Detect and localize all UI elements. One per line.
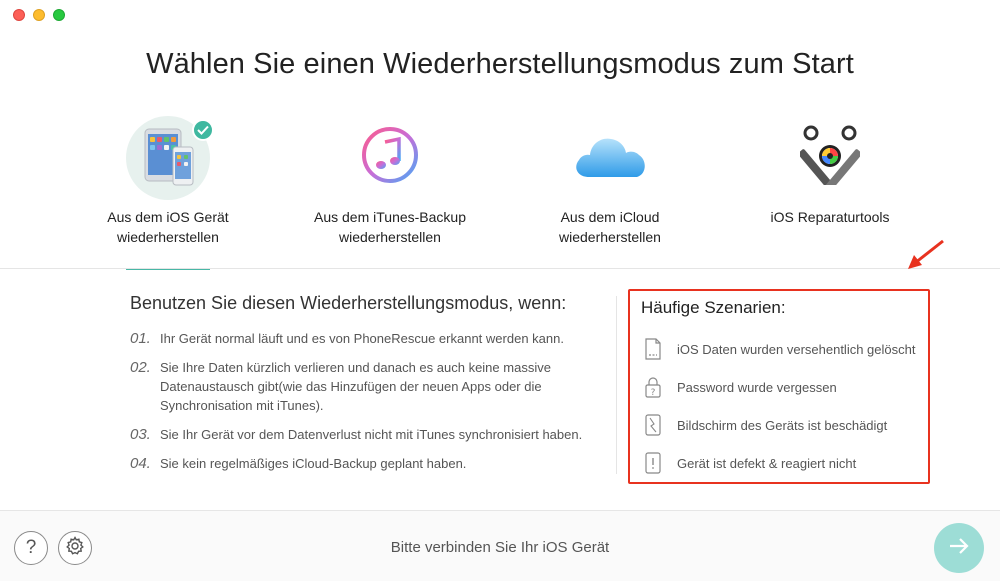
close-window-button[interactable] xyxy=(13,9,25,21)
mode-ios-repair-tools[interactable]: iOS Reparaturtools xyxy=(730,110,930,227)
mode-label: Aus dem iOS Gerät wiederherstellen xyxy=(107,209,229,245)
itunes-icon xyxy=(345,110,435,200)
recovery-mode-selector: Aus dem iOS Gerät wiederherstellen Aus d… xyxy=(0,110,1000,270)
scenario-item-broken-screen[interactable]: Bildschirm des Geräts ist beschädigt xyxy=(640,406,918,444)
app-window: Wählen Sie einen Wiederherstellungsmodus… xyxy=(0,0,1000,581)
bottom-bar: ? Bitte verbinden Sie Ihr iOS Gerät xyxy=(0,510,1000,581)
device-alert-icon xyxy=(643,451,663,475)
scenarios-heading: Häufige Szenarien: xyxy=(641,298,786,317)
mode-itunes-backup[interactable]: Aus dem iTunes-Backup wiederherstellen xyxy=(290,110,490,247)
usage-list: 01. Ihr Gerät normal läuft und es von Ph… xyxy=(130,329,600,473)
scenario-item-forgot-password[interactable]: ? Password wurde vergessen xyxy=(640,368,918,406)
divider xyxy=(0,268,1000,269)
mode-ios-device[interactable]: Aus dem iOS Gerät wiederherstellen xyxy=(68,110,268,247)
list-item: 01. Ihr Gerät normal läuft und es von Ph… xyxy=(130,330,564,347)
next-button[interactable] xyxy=(934,523,984,573)
list-item: 03. Sie Ihr Gerät vor dem Datenverlust n… xyxy=(130,426,583,443)
window-controls xyxy=(13,9,65,21)
ios-devices-icon xyxy=(126,116,214,200)
usage-heading: Benutzen Sie diesen Wiederherstellungsmo… xyxy=(130,293,567,313)
selected-check-icon xyxy=(192,119,214,141)
annotation-arrow-icon xyxy=(905,238,947,277)
deleted-data-icon xyxy=(643,337,663,361)
svg-text:?: ? xyxy=(651,388,656,398)
mode-label: Aus dem iCloud wiederherstellen xyxy=(559,209,661,245)
broken-screen-icon xyxy=(643,413,663,437)
list-item: 02. Sie Ihre Daten kürzlich verlieren un… xyxy=(130,359,551,413)
icloud-icon xyxy=(565,110,655,200)
mode-icloud[interactable]: Aus dem iCloud wiederherstellen xyxy=(510,110,710,247)
scenario-item-device-unresponsive[interactable]: Gerät ist defekt & reagiert nicht xyxy=(640,444,918,482)
zoom-window-button[interactable] xyxy=(53,9,65,21)
mode-label: iOS Reparaturtools xyxy=(770,209,890,225)
repair-tools-icon xyxy=(785,110,875,200)
minimize-window-button[interactable] xyxy=(33,9,45,21)
vertical-divider xyxy=(616,296,617,474)
lock-question-icon: ? xyxy=(643,375,663,399)
connection-status: Bitte verbinden Sie Ihr iOS Gerät xyxy=(390,539,610,556)
list-item: 04. Sie kein regelmäßiges iCloud-Backup … xyxy=(130,455,467,472)
common-scenarios-panel: Häufige Szenarien: iOS Daten wurden vers… xyxy=(628,289,930,484)
page-title: Wählen Sie einen Wiederherstellungsmodus… xyxy=(146,48,854,80)
arrow-right-icon xyxy=(948,537,970,560)
scenario-item-deleted-data[interactable]: iOS Daten wurden versehentlich gelöscht xyxy=(640,330,918,368)
mode-label: Aus dem iTunes-Backup wiederherstellen xyxy=(314,209,466,245)
usage-info: Benutzen Sie diesen Wiederherstellungsmo… xyxy=(130,293,600,483)
